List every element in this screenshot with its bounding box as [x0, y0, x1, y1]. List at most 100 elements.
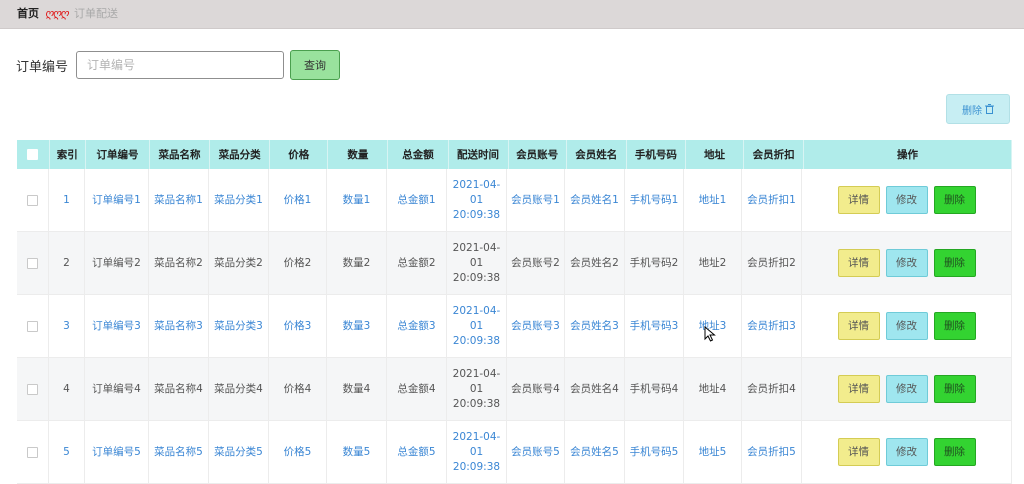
index-cell: 2	[49, 232, 85, 294]
header-cell: 配送时间	[449, 140, 509, 169]
order-number-input[interactable]	[76, 51, 285, 79]
header-cell: 手机号码	[627, 140, 686, 169]
row-checkbox[interactable]	[27, 320, 38, 332]
discount-cell: 会员折扣2	[742, 232, 802, 294]
select-all-checkbox[interactable]	[27, 149, 39, 160]
delete-button[interactable]: 删除	[933, 186, 976, 214]
row-checkbox[interactable]	[27, 383, 38, 395]
dish-name-cell: 菜品名称2	[149, 232, 209, 294]
delivery-time-cell: 2021-04-01 20:09:38	[447, 358, 507, 420]
header-cell: 索引	[50, 140, 86, 169]
dish-name-cell: 菜品名称3	[149, 295, 209, 357]
delivery-time-cell: 2021-04-01 20:09:38	[447, 421, 507, 483]
detail-button[interactable]: 详情	[837, 438, 880, 466]
phone-cell: 手机号码4	[625, 358, 684, 420]
header-cell: 操作	[804, 140, 1012, 169]
price-cell: 价格5	[269, 421, 327, 483]
edit-button[interactable]: 修改	[885, 186, 928, 214]
edit-button[interactable]: 修改	[885, 438, 928, 466]
header-cell: 会员姓名	[567, 140, 627, 169]
breadcrumb-current: 订单配送	[73, 7, 118, 20]
delete-button[interactable]: 删除	[933, 312, 976, 340]
query-button[interactable]: 查询	[290, 50, 341, 80]
dish-name-cell: 菜品名称4	[149, 358, 209, 420]
header-cell: 地址	[686, 140, 745, 169]
row-actions: 详情 修改 删除	[802, 169, 1012, 231]
delivery-time-cell: 2021-04-01 20:09:38	[447, 232, 507, 294]
row-select-cell[interactable]	[17, 421, 49, 483]
address-cell: 地址2	[684, 232, 742, 294]
member-account-cell: 会员账号3	[507, 295, 565, 357]
delete-button[interactable]: 删除	[933, 375, 976, 403]
breadcrumb: 首页 ღღღ 订单配送	[17, 5, 118, 21]
delete-button[interactable]: 删除	[933, 438, 976, 466]
total-cell: 总金额5	[387, 421, 447, 483]
dish-category-cell: 菜品分类5	[209, 421, 269, 483]
search-label: 订单编号	[16, 59, 69, 75]
index-cell: 1	[49, 169, 85, 231]
detail-button[interactable]: 详情	[837, 249, 880, 277]
row-select-cell[interactable]	[17, 295, 49, 357]
discount-cell: 会员折扣4	[742, 358, 802, 420]
member-account-cell: 会员账号1	[507, 169, 565, 231]
price-cell: 价格1	[269, 169, 327, 231]
table-row: 3 订单编号3 菜品名称3 菜品分类3 价格3 数量3 总金额3 2021-04-01 20:…	[17, 295, 1012, 358]
index-cell: 4	[49, 358, 85, 420]
edit-button[interactable]: 修改	[885, 375, 928, 403]
table-row: 4 订单编号4 菜品名称4 菜品分类4 价格4 数量4 总金额4 2021-04-01 20:…	[17, 358, 1012, 421]
header-cell: 会员折扣	[744, 140, 805, 169]
total-cell: 总金额4	[387, 358, 447, 420]
header-cell: 总金额	[388, 140, 449, 169]
edit-button[interactable]: 修改	[885, 249, 928, 277]
address-cell: 地址4	[684, 358, 742, 420]
total-cell: 总金额2	[387, 232, 447, 294]
row-select-cell[interactable]	[17, 232, 49, 294]
row-select-cell[interactable]	[17, 358, 49, 420]
discount-cell: 会员折扣5	[742, 421, 802, 483]
dish-name-cell: 菜品名称1	[149, 169, 209, 231]
detail-button[interactable]: 详情	[837, 312, 880, 340]
batch-delete-label: 删除	[962, 105, 982, 117]
row-checkbox[interactable]	[27, 194, 38, 206]
breadcrumb-separator: ღღღ	[45, 6, 69, 20]
table-header: 索引 订单编号 菜品名称 菜品分类 价格 数量 总金额 配送时间 会员账号 会员…	[17, 140, 1012, 169]
detail-button[interactable]: 详情	[837, 186, 880, 214]
header-cell: 菜品名称	[150, 140, 211, 169]
header-cell: 价格	[270, 140, 329, 169]
header-cell: 菜品分类	[210, 140, 271, 169]
search-bar: 订单编号 查询	[16, 50, 341, 80]
header-select-all[interactable]	[17, 140, 50, 169]
dish-category-cell: 菜品分类2	[209, 232, 269, 294]
quantity-cell: 数量5	[327, 421, 387, 483]
member-account-cell: 会员账号4	[507, 358, 565, 420]
row-checkbox[interactable]	[27, 257, 38, 269]
row-actions: 详情 修改 删除	[802, 421, 1012, 483]
delete-button[interactable]: 删除	[933, 249, 976, 277]
table-row: 5 订单编号5 菜品名称5 菜品分类5 价格5 数量5 总金额5 2021-04-01 20:…	[17, 421, 1012, 484]
quantity-cell: 数量2	[327, 232, 387, 294]
breadcrumb-home[interactable]: 首页	[17, 5, 39, 21]
phone-cell: 手机号码5	[625, 421, 684, 483]
price-cell: 价格3	[269, 295, 327, 357]
order-number-cell: 订单编号1	[85, 169, 149, 231]
index-cell: 5	[49, 421, 85, 483]
dish-category-cell: 菜品分类4	[209, 358, 269, 420]
phone-cell: 手机号码3	[625, 295, 684, 357]
member-account-cell: 会员账号2	[507, 232, 565, 294]
detail-button[interactable]: 详情	[837, 375, 880, 403]
discount-cell: 会员折扣1	[742, 169, 802, 231]
batch-delete-button[interactable]: 删除	[946, 94, 1010, 124]
row-select-cell[interactable]	[17, 169, 49, 231]
total-cell: 总金额1	[387, 169, 447, 231]
member-account-cell: 会员账号5	[507, 421, 565, 483]
order-number-cell: 订单编号3	[85, 295, 149, 357]
orders-table: 索引 订单编号 菜品名称 菜品分类 价格 数量 总金额 配送时间 会员账号 会员…	[17, 140, 1012, 484]
edit-button[interactable]: 修改	[885, 312, 928, 340]
member-name-cell: 会员姓名3	[565, 295, 625, 357]
address-cell: 地址5	[684, 421, 742, 483]
member-name-cell: 会员姓名4	[565, 358, 625, 420]
member-name-cell: 会员姓名1	[565, 169, 625, 231]
row-checkbox[interactable]	[27, 446, 38, 458]
order-number-cell: 订单编号5	[85, 421, 149, 483]
quantity-cell: 数量3	[327, 295, 387, 357]
